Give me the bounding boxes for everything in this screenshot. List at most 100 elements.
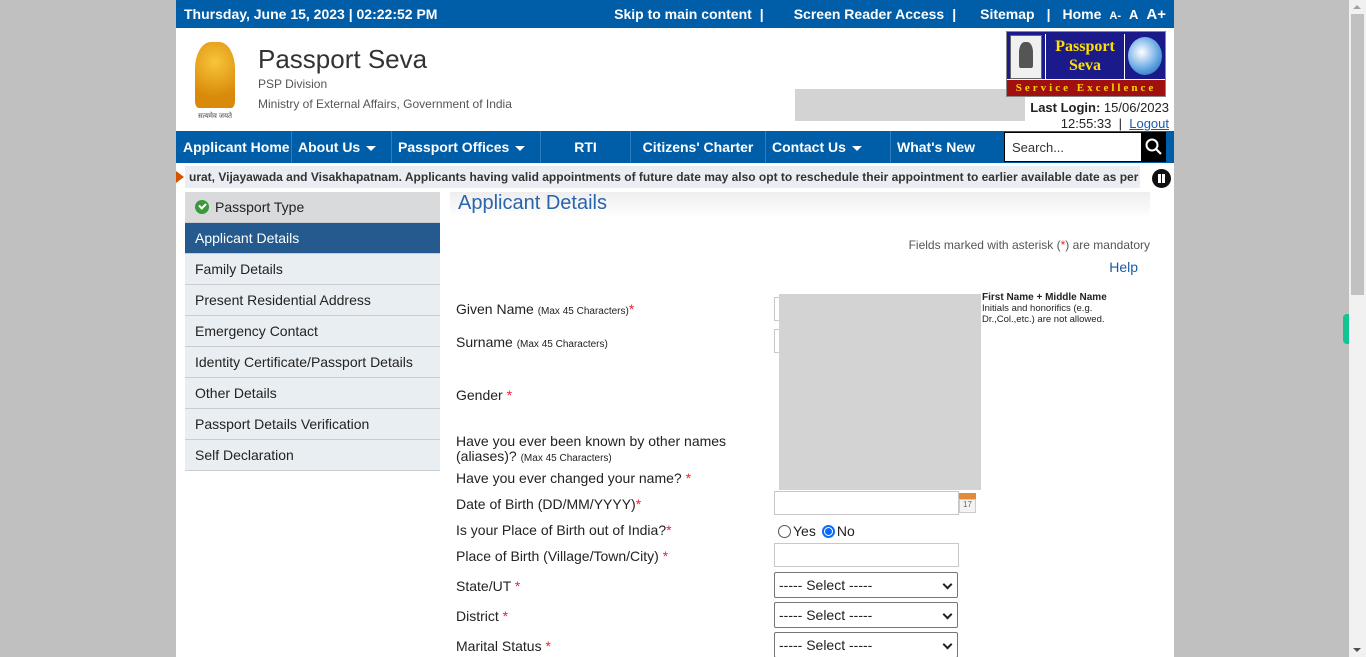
scroll-up-icon[interactable] — [1353, 5, 1361, 9]
label-text: Given Name — [456, 301, 534, 317]
font-decrease-button[interactable]: A- — [1109, 10, 1121, 22]
separator: | — [1118, 116, 1122, 131]
label-note: (Max 45 Characters) — [520, 453, 612, 464]
pause-icon[interactable] — [1152, 169, 1171, 188]
select-value: ----- Select ----- — [779, 577, 873, 593]
label-text: Gender — [456, 387, 503, 403]
label-text: Place of Birth (Village/Town/City) — [456, 548, 659, 564]
dob-input[interactable] — [774, 491, 959, 515]
logo-band: Service Excellence — [1007, 79, 1165, 96]
ticker-text[interactable]: urat, Vijayawada and Visakhapatnam. Appl… — [185, 166, 1140, 188]
current-datetime: Thursday, June 15, 2023 | 02:22:52 PM — [184, 6, 438, 22]
caret-down-icon — [851, 145, 862, 151]
asterisk: * — [635, 496, 642, 512]
birth-outside-radio-group: Yes No — [778, 523, 855, 539]
step-family-details[interactable]: Family Details — [185, 254, 440, 285]
nav-contact-us[interactable]: Contact Us — [766, 131, 891, 163]
place-of-birth-input[interactable] — [774, 543, 959, 567]
nav-applicant-home[interactable]: Applicant Home — [176, 131, 292, 163]
nav-label: Contact Us — [772, 139, 846, 155]
asterisk: * — [502, 608, 509, 624]
step-present-address[interactable]: Present Residential Address — [185, 285, 440, 316]
font-increase-button[interactable]: A+ — [1146, 6, 1166, 23]
asterisk: * — [685, 470, 692, 486]
passport-seva-logo: Passport Seva Service Excellence — [1006, 31, 1166, 97]
nav-about-us[interactable]: About Us — [292, 131, 392, 163]
label-text: Have you ever been known by other names — [456, 433, 727, 449]
site-title: Passport Seva — [258, 44, 428, 74]
logo-line2: Seva — [1069, 57, 1101, 74]
asterisk: * — [666, 522, 672, 538]
calendar-day: 17 — [959, 499, 976, 513]
radio-yes-label[interactable]: Yes — [793, 523, 816, 539]
label-text: Date of Birth (DD/MM/YYYY) — [456, 496, 636, 512]
radio-yes[interactable] — [778, 524, 791, 538]
page-container: Thursday, June 15, 2023 | 02:22:52 PM Sk… — [176, 0, 1174, 657]
search-icon — [1145, 138, 1162, 155]
screen-reader-link[interactable]: Screen Reader Access — [794, 6, 944, 22]
step-label: Applicant Details — [195, 230, 300, 246]
step-other-details[interactable]: Other Details — [185, 378, 440, 409]
globe-icon — [1128, 37, 1162, 75]
main-nav: Applicant Home About Us Passport Offices… — [176, 131, 1174, 163]
nav-passport-offices[interactable]: Passport Offices — [392, 131, 541, 163]
chevron-down-icon — [942, 579, 953, 590]
nav-rti[interactable]: RTI — [541, 131, 631, 163]
nav-whats-new[interactable]: What's New — [891, 131, 1001, 163]
nav-citizens-charter[interactable]: Citizens' Charter — [631, 131, 766, 163]
step-label: Passport Type — [215, 199, 305, 215]
caret-down-icon — [366, 145, 377, 151]
home-link[interactable]: Home — [1063, 6, 1102, 22]
mandatory-note: Fields marked with asterisk (*) are mand… — [909, 238, 1150, 252]
sitemap-link[interactable]: Sitemap — [980, 6, 1034, 22]
hint-title: First Name + Middle Name — [982, 292, 1107, 303]
help-link[interactable]: Help — [1109, 259, 1138, 275]
skip-to-main-link[interactable]: Skip to main content — [614, 6, 752, 22]
separator: | — [952, 6, 957, 22]
scrollbar-thumb[interactable] — [1351, 14, 1364, 295]
calendar-icon[interactable]: 17 — [959, 493, 976, 513]
note-text: ) are mandatory — [1065, 238, 1150, 252]
label-text: (aliases)? — [456, 448, 517, 464]
search-input[interactable]: Search... — [1004, 132, 1142, 162]
step-self-declaration[interactable]: Self Declaration — [185, 440, 440, 471]
step-label: Family Details — [195, 261, 283, 277]
district-label: District * — [456, 608, 508, 624]
step-passport-verification[interactable]: Passport Details Verification — [185, 409, 440, 440]
separator: | — [759, 6, 764, 22]
step-emergency-contact[interactable]: Emergency Contact — [185, 316, 440, 347]
step-identity-certificate[interactable]: Identity Certificate/Passport Details — [185, 347, 440, 378]
label-text: State/UT — [456, 578, 511, 594]
district-select[interactable]: ----- Select ----- — [774, 602, 958, 628]
font-normal-button[interactable]: A — [1129, 7, 1138, 22]
radio-no[interactable] — [821, 524, 835, 538]
vertical-scrollbar[interactable] — [1349, 0, 1366, 657]
top-links: Skip to main content | Screen Reader Acc… — [614, 6, 1166, 23]
logout-link[interactable]: Logout — [1129, 116, 1169, 131]
nav-label: Applicant Home — [183, 139, 290, 155]
asterisk: * — [662, 548, 669, 564]
nav-label: Citizens' Charter — [642, 139, 754, 155]
gender-label: Gender * — [456, 387, 512, 403]
separator: | — [1046, 6, 1051, 22]
nav-label: Passport Offices — [398, 139, 510, 155]
emblem-motto: सत्यमेव जयते — [197, 113, 233, 120]
last-login-date: 15/06/2023 — [1103, 100, 1169, 115]
label-note: (Max 45 Characters) — [537, 306, 629, 317]
step-passport-type[interactable]: Passport Type — [185, 192, 440, 223]
logo-line1: Passport — [1055, 38, 1115, 55]
marital-status-select[interactable]: ----- Select ----- — [774, 632, 958, 657]
step-label: Other Details — [195, 385, 277, 401]
scroll-down-icon[interactable] — [1353, 648, 1361, 652]
radio-no-label[interactable]: No — [837, 523, 855, 539]
state-select[interactable]: ----- Select ----- — [774, 572, 958, 598]
step-label: Self Declaration — [195, 447, 294, 463]
step-applicant-details[interactable]: Applicant Details — [185, 223, 440, 254]
ministry-name: Ministry of External Affairs, Government… — [258, 97, 512, 111]
asterisk: * — [545, 638, 551, 654]
changed-name-label: Have you ever changed your name? * — [456, 470, 691, 486]
emblem-icon — [1010, 35, 1042, 79]
check-icon — [195, 200, 209, 214]
search-button[interactable] — [1142, 132, 1166, 162]
last-login-info: Last Login: 15/06/2023 12:55:33 | Logout — [1030, 100, 1169, 132]
